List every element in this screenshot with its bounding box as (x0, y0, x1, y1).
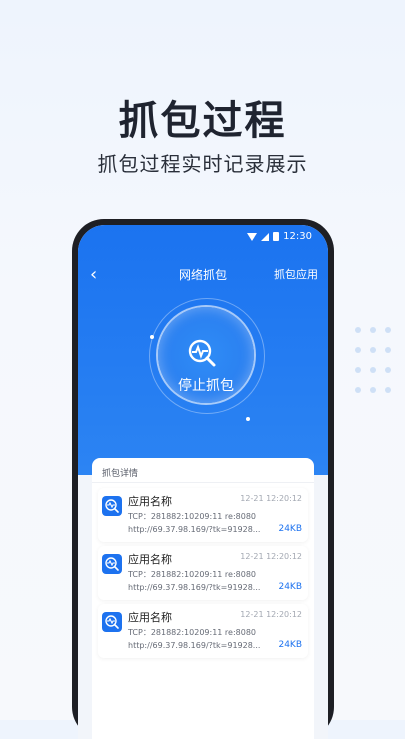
packet-size: 24KB (278, 524, 302, 534)
capture-apps-link[interactable]: 抓包应用 (274, 263, 318, 287)
app-packet-icon (102, 554, 122, 574)
tcp-info: TCP：281882:10209:11 re:8080 (128, 570, 257, 579)
request-url: http://69.37.98.169/?tk=91928... (128, 641, 261, 650)
app-packet-icon (102, 496, 122, 516)
stop-capture-label: 停止抓包 (178, 378, 234, 394)
phone-frame: 12:30 ‹ 网络抓包 抓包应用 停止抓包 抓包详情 应用名称 12-21 1… (72, 219, 334, 739)
capture-details-panel: 抓包详情 应用名称 12-21 12:20:12 TCP：281882:1020… (92, 458, 314, 739)
app-name: 应用名称 (128, 611, 172, 624)
tcp-info: TCP：281882:10209:11 re:8080 (128, 512, 257, 521)
timestamp: 12-21 12:20:12 (240, 494, 302, 503)
list-item[interactable]: 应用名称 12-21 12:20:12 TCP：281882:10209:11 … (98, 488, 308, 542)
battery-icon (273, 232, 280, 241)
packet-size: 24KB (278, 640, 302, 650)
packet-search-icon (188, 339, 216, 367)
wifi-icon (247, 232, 258, 241)
status-time: 12:30 (283, 231, 312, 242)
spark-dot (150, 335, 154, 339)
signal-icon (261, 232, 270, 241)
header-area: 12:30 ‹ 网络抓包 抓包应用 停止抓包 (78, 225, 328, 475)
hero-title: 抓包过程 (118, 98, 287, 144)
hero-subtitle: 抓包过程实时记录展示 (97, 152, 308, 176)
request-url: http://69.37.98.169/?tk=91928... (128, 525, 261, 534)
status-bar: 12:30 (247, 231, 312, 242)
timestamp: 12-21 12:20:12 (240, 552, 302, 561)
list-item[interactable]: 应用名称 12-21 12:20:12 TCP：281882:10209:11 … (98, 546, 308, 600)
tcp-info: TCP：281882:10209:11 re:8080 (128, 628, 257, 637)
timestamp: 12-21 12:20:12 (240, 610, 302, 619)
phone-screen: 12:30 ‹ 网络抓包 抓包应用 停止抓包 抓包详情 应用名称 12-21 1… (78, 225, 328, 739)
app-packet-icon (102, 612, 122, 632)
list-item[interactable]: 应用名称 12-21 12:20:12 TCP：281882:10209:11 … (98, 604, 308, 658)
app-name: 应用名称 (128, 495, 172, 508)
app-name: 应用名称 (128, 553, 172, 566)
request-url: http://69.37.98.169/?tk=91928... (128, 583, 261, 592)
divider (92, 482, 314, 483)
panel-title: 抓包详情 (102, 469, 139, 479)
spark-dot (246, 417, 250, 421)
packet-size: 24KB (278, 582, 302, 592)
nav-bar: ‹ 网络抓包 抓包应用 (78, 263, 328, 287)
